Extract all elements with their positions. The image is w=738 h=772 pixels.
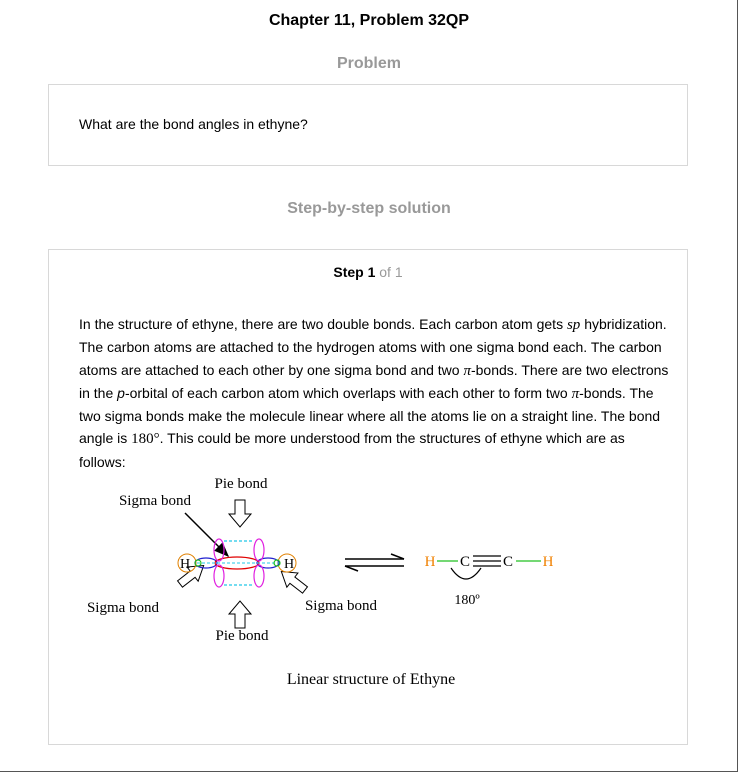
step-number: Step 1 (333, 264, 376, 280)
step-box: Step 1 of 1 In the structure of ethyne, … (48, 249, 688, 745)
problem-box: What are the bond angles in ethyne? (48, 84, 688, 166)
solution-heading: Step-by-step solution (287, 200, 451, 217)
sigma-bond-pointer (184, 512, 230, 558)
pi-symbol: π (463, 362, 471, 379)
bond-angle-value: 180° (131, 431, 160, 448)
h-left-atom: H (180, 557, 190, 572)
equilibrium-arrows (344, 553, 405, 572)
p-orbital-1-bottom (213, 564, 225, 588)
p-orbital-label: p (117, 384, 125, 401)
sigma-bond-right-label: Sigma bond (305, 598, 378, 614)
step-total: of 1 (379, 264, 403, 280)
page-title: Chapter 11, Problem 32QP (268, 12, 470, 29)
para-text-1: In the structure of ethyne, there are tw… (79, 316, 567, 332)
pie-bond-top-arrow (227, 499, 253, 528)
formula-h2: H (543, 554, 554, 570)
h-right-atom: H (284, 557, 294, 572)
p-orbital-2-top (253, 538, 265, 562)
formula-h1: H (425, 554, 436, 570)
pie-bond-top-label: Pie bond (215, 476, 268, 492)
ethyne-orbital-diagram: H H (177, 538, 297, 588)
sigma-bond-left-label: Sigma bond (87, 600, 160, 616)
pie-bond-bottom-label: Pie bond (216, 628, 269, 644)
problem-heading: Problem (336, 55, 401, 72)
ethyne-figure: Pie bond Sigma bond Sigma bond Sigma bon… (87, 476, 554, 688)
sp-symbol: sp (566, 317, 581, 333)
step-label: Step 1 of 1 (49, 264, 687, 280)
problem-text: What are the bond angles in ethyne? (79, 116, 308, 132)
bond-angle-label: 180º (454, 593, 480, 608)
para-text-4: -orbital of each carbon atom which overl… (124, 384, 572, 401)
pi-symbol: π (571, 385, 580, 402)
formula-c1: C (460, 554, 470, 570)
para-text-6: . This could be more understood from the… (79, 430, 625, 470)
p-orbital-2-bottom (253, 564, 265, 588)
formula-c2: C (503, 554, 513, 570)
solution-paragraph: In the structure of ethyne, there are tw… (79, 313, 669, 473)
pie-bond-bottom-arrow (227, 600, 253, 629)
ethyne-structural-formula: H C C H 180º (425, 554, 554, 608)
sigma-bond-top-label: Sigma bond (119, 493, 192, 509)
figure-caption: Linear structure of Ethyne (287, 671, 455, 688)
